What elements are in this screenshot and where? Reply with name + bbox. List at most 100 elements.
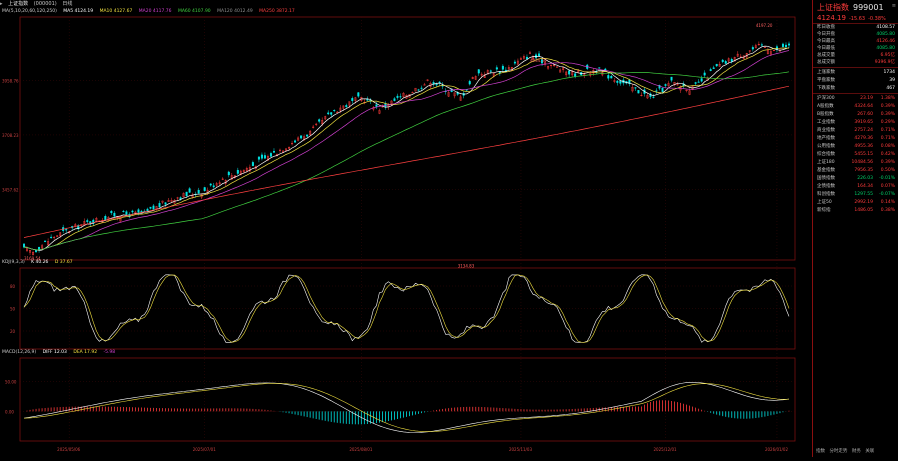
- sector-value: 1486.05: [854, 208, 873, 213]
- candle: [152, 205, 155, 210]
- candle: [345, 105, 348, 107]
- tab-finance[interactable]: 财务: [852, 449, 861, 454]
- index-code: 999001: [853, 3, 884, 12]
- candle: [417, 89, 420, 91]
- tab-intraday[interactable]: 分时走势: [829, 449, 847, 454]
- sector-row[interactable]: 商业指数 2757.24 0.71%: [815, 127, 897, 135]
- ma5-legend: MA5 4124.19: [63, 9, 94, 14]
- candle: [357, 92, 360, 97]
- sector-value: 23.19: [860, 96, 873, 101]
- candle: [227, 171, 230, 176]
- breadth-row[interactable]: 平盘家数 39: [815, 77, 897, 85]
- sector-label: 基金指数: [817, 168, 835, 173]
- tab-related[interactable]: 关联: [865, 449, 874, 454]
- sector-label: A股指数: [817, 104, 834, 109]
- candle: [164, 202, 167, 205]
- candle: [420, 87, 423, 89]
- sector-change: 0.39%: [880, 104, 895, 109]
- breadth-row[interactable]: 下跌家数 467: [815, 85, 897, 93]
- macd-value-legend: -5.98: [103, 350, 116, 355]
- price-value: 4124.19: [817, 14, 846, 22]
- candle: [137, 209, 140, 213]
- candle: [188, 188, 191, 193]
- sector-row[interactable]: A股指数 4324.64 0.39%: [815, 103, 897, 111]
- chart-area[interactable]: 3958.76 3708.23 3457.62 2025/05/06 2025/07/0…: [0, 9, 812, 457]
- candle: [257, 156, 260, 160]
- candle: [86, 220, 89, 222]
- y-tick-label: 3457.62: [2, 187, 19, 192]
- macd-diff-legend: DIFF 12.03: [42, 350, 67, 355]
- quote-row[interactable]: 昨日收盘 4108.57: [815, 24, 897, 31]
- sector-row[interactable]: 上证50 2992.19 0.14%: [815, 199, 897, 207]
- candle: [351, 98, 354, 102]
- sector-row[interactable]: 企债指数 164.34 0.07%: [815, 183, 897, 191]
- candle: [468, 81, 471, 85]
- sector-change: -0.01%: [879, 176, 895, 181]
- y-tick-label: 3958.76: [2, 79, 19, 84]
- quote-value: 6.95亿: [880, 53, 895, 58]
- sector-row[interactable]: 国债指数 226.03 -0.01%: [815, 175, 897, 183]
- sector-label: 公用指数: [817, 144, 835, 149]
- sector-row[interactable]: 新综指 1486.05 0.38%: [815, 207, 897, 215]
- x-tick-label: 2025/05/06: [57, 447, 81, 452]
- sector-row[interactable]: 工业指数 3919.65 0.29%: [815, 119, 897, 127]
- panel-menu-icon[interactable]: ≡: [892, 3, 896, 9]
- sector-row[interactable]: 科创指数 1297.55 -0.07%: [815, 191, 897, 199]
- sector-row[interactable]: 上证180 10484.56 0.39%: [815, 159, 897, 167]
- kdj-y-tick: 50: [10, 307, 16, 312]
- sector-row[interactable]: B股指数 267.60 0.39%: [815, 111, 897, 119]
- breadth-row[interactable]: 上涨家数 1734: [815, 69, 897, 77]
- quote-row[interactable]: 今日最低 4085.80: [815, 45, 897, 52]
- kline-chart[interactable]: 3958.76 3708.23 3457.62 2025/05/06 2025/07/0…: [0, 9, 812, 457]
- candle: [715, 63, 718, 67]
- panel-frame: [19, 16, 796, 261]
- candle: [616, 80, 619, 83]
- candle: [149, 206, 152, 209]
- kdj-legend: KDJ(9,3,3) K 40.26 D 37.67: [2, 259, 78, 267]
- sector-row[interactable]: 公用指数 4955.36 0.08%: [815, 143, 897, 151]
- toolbar-code: (000001): [33, 1, 57, 7]
- period-selector[interactable]: 日线: [62, 1, 72, 7]
- quote-label: 总成交量: [817, 53, 835, 58]
- quote-value: 9396.9亿: [874, 60, 895, 65]
- quote-row[interactable]: 总成交量 6.95亿: [815, 52, 897, 59]
- sector-label: 沪深300: [817, 96, 835, 101]
- kdj-y-tick: 80: [10, 284, 16, 289]
- candle: [209, 183, 212, 186]
- menu-icon[interactable]: ▸: [0, 1, 3, 7]
- x-tick-label: 2025/08/01: [349, 447, 373, 452]
- quote-label: 今日最低: [817, 46, 835, 51]
- breadth-label: 平盘家数: [817, 78, 835, 83]
- sector-row[interactable]: 沪深300 23.19 1.38%: [815, 95, 897, 103]
- candle: [760, 44, 763, 46]
- sector-change: 0.08%: [880, 144, 895, 149]
- sector-row[interactable]: 基金指数 7956.35 0.50%: [815, 167, 897, 175]
- quote-row[interactable]: 今日最高 4126.46: [815, 38, 897, 45]
- candle: [538, 53, 541, 57]
- sector-row[interactable]: 地产指数 4279.36 0.71%: [815, 135, 897, 143]
- tab-index[interactable]: 指数: [816, 449, 825, 454]
- candle: [709, 69, 712, 71]
- candle: [399, 96, 402, 98]
- sector-value: 10484.56: [851, 160, 873, 165]
- quote-label: 今日开盘: [817, 32, 835, 37]
- candle: [724, 61, 727, 64]
- candle: [489, 70, 492, 72]
- quote-row[interactable]: 今日开盘 4085.80: [815, 31, 897, 38]
- bottom-tabs: 指数 分时走势 财务 关联: [813, 447, 898, 457]
- price-annotation: 4197.20: [756, 23, 773, 28]
- sector-change: -0.07%: [879, 192, 895, 197]
- candle: [179, 197, 182, 200]
- quote-row[interactable]: 总成交额 9396.9亿: [815, 59, 897, 66]
- candle: [333, 110, 336, 112]
- candle: [751, 47, 754, 50]
- candle: [294, 140, 297, 143]
- sector-row[interactable]: 综合指数 5455.15 0.42%: [815, 151, 897, 159]
- kdj-legend-title: KDJ(9,3,3): [2, 260, 25, 265]
- candle: [610, 76, 613, 79]
- y-tick-label: 3708.23: [2, 133, 19, 138]
- candle: [375, 104, 378, 107]
- quote-value: 4085.80: [876, 46, 895, 51]
- sector-value: 3919.65: [854, 120, 873, 125]
- price-change: -15.63: [848, 16, 866, 22]
